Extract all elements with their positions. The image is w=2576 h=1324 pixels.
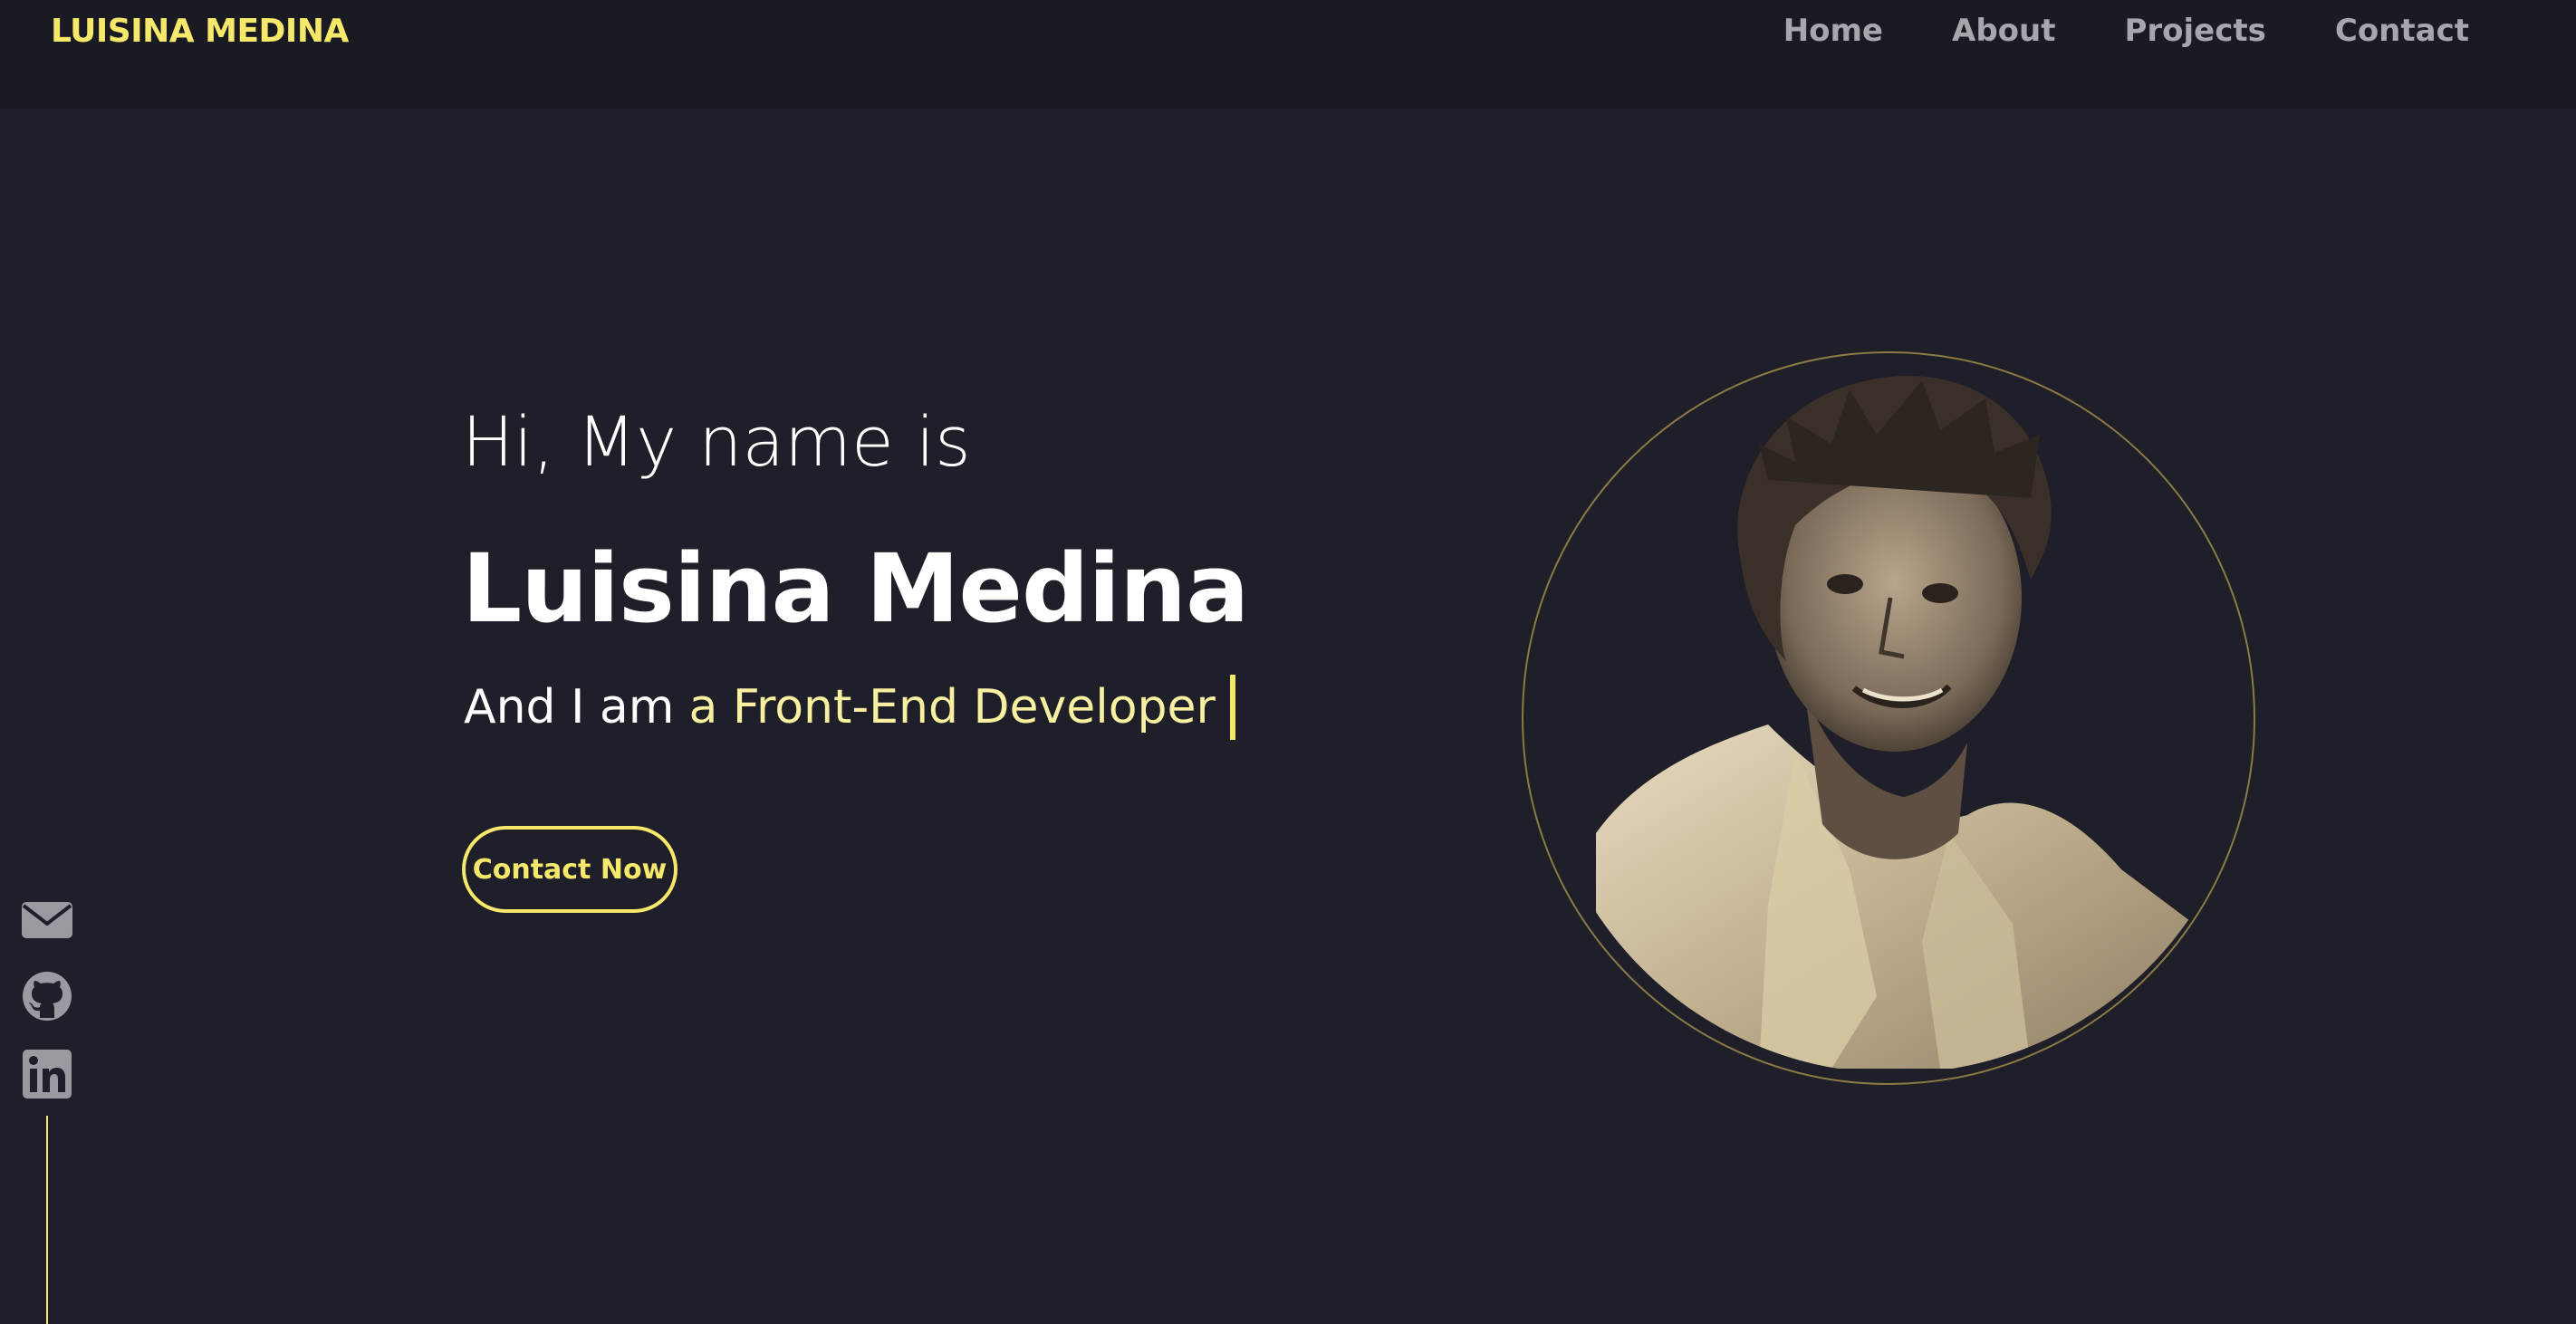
github-icon[interactable] <box>20 971 74 1022</box>
nav-contact[interactable]: Contact <box>2335 13 2469 49</box>
nav-home[interactable]: Home <box>1783 13 1883 49</box>
hero-greeting: Hi, My name is <box>462 401 971 482</box>
hero-subtitle: And I am a Front-End Developer <box>464 675 1235 740</box>
typing-cursor <box>1229 675 1235 740</box>
contact-now-button[interactable]: Contact Now <box>462 826 678 913</box>
navbar: LUISINA MEDINA Home About Projects Conta… <box>0 0 2576 109</box>
subtitle-prefix: And I am <box>464 680 675 734</box>
hero-name: Luisina Medina <box>462 533 1249 644</box>
nav-about[interactable]: About <box>1952 13 2055 49</box>
nav-links: Home About Projects Contact <box>1783 13 2469 49</box>
social-links <box>20 893 74 1099</box>
envelope-icon[interactable] <box>20 893 74 944</box>
subtitle-role: a Front-End Developer <box>688 680 1216 734</box>
social-divider-line <box>46 1116 48 1324</box>
profile-photo <box>1560 362 2248 1073</box>
logo[interactable]: LUISINA MEDINA <box>51 13 349 50</box>
linkedin-icon[interactable] <box>20 1049 74 1099</box>
hero-greeting-wrap: Hi, My name is <box>462 408 971 476</box>
nav-projects[interactable]: Projects <box>2124 13 2265 49</box>
